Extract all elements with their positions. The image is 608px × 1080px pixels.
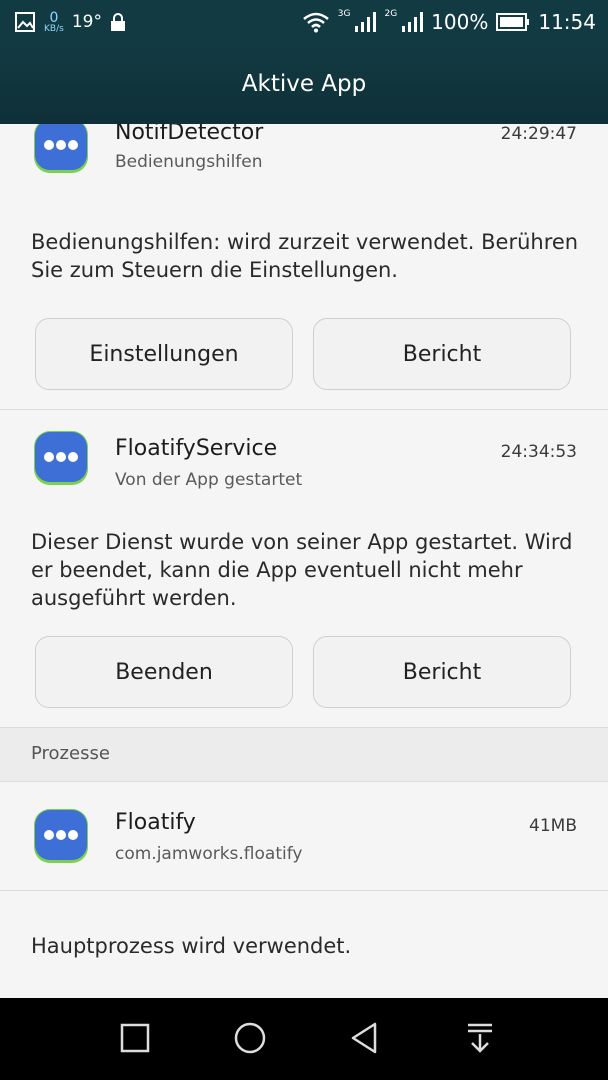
service-subtitle: Von der App gestartet (115, 470, 303, 490)
active-app-content[interactable]: NotifDetector Bedienungshilfen 24:29:47 … (0, 124, 608, 998)
battery-percent: 100% (431, 10, 489, 34)
network-speed-value: 0 (49, 9, 59, 26)
clock: 11:54 (538, 10, 596, 34)
process-detail: Hauptprozess wird verwendet. (0, 891, 608, 998)
recent-apps-icon[interactable] (115, 1018, 155, 1058)
service-description: Bedienungshilfen: wird zurzeit verwendet… (31, 230, 579, 282)
processes-header-label: Prozesse (31, 743, 110, 764)
process-name: Floatify (115, 810, 196, 835)
wifi-icon (302, 12, 329, 33)
app-icon (34, 431, 88, 485)
service-name: FloatifyService (115, 436, 278, 461)
service-subtitle: Bedienungshilfen (115, 152, 263, 172)
process-memory: 41MB (529, 816, 577, 836)
service-name: NotifDetector (115, 124, 264, 145)
network-speed-unit: KB/s (44, 23, 64, 34)
page-title: Aktive App (241, 71, 367, 97)
service-description: Dieser Dienst wurde von seiner App gesta… (31, 530, 573, 610)
process-package: com.jamworks.floatify (115, 844, 303, 864)
process-description: Hauptprozess wird verwendet. (31, 934, 352, 958)
network-2g-label: 2G (384, 9, 398, 19)
service-time: 24:34:53 (500, 442, 577, 462)
navigation-bar (0, 998, 608, 1080)
battery-icon (496, 13, 530, 31)
processes-header: Prozesse (0, 728, 608, 782)
back-icon[interactable] (345, 1018, 385, 1058)
title-bar: Aktive App (0, 44, 608, 124)
app-icon (34, 809, 88, 863)
home-icon[interactable] (230, 1018, 270, 1058)
process-item[interactable]: Floatify com.jamworks.floatify 41MB (0, 782, 608, 890)
stop-button[interactable]: Beenden (35, 636, 293, 708)
signal-icon (355, 12, 377, 32)
signal-icon (402, 12, 424, 32)
settings-button[interactable]: Einstellungen (35, 318, 293, 390)
network-speed: 0 KB/s (44, 11, 64, 34)
report-button[interactable]: Bericht (313, 636, 571, 708)
service-card: FloatifyService Von der App gestartet 24… (0, 410, 608, 727)
image-icon (15, 12, 35, 32)
lock-icon (110, 13, 125, 31)
network-3g-label: 3G (337, 9, 351, 19)
service-card: NotifDetector Bedienungshilfen 24:29:47 … (0, 124, 608, 409)
report-button[interactable]: Bericht (313, 318, 571, 390)
status-bar: 0 KB/s 19° 3G 2G 100% 11:54 (0, 0, 608, 44)
notification-pulldown-icon[interactable] (460, 1018, 500, 1058)
app-icon (34, 124, 88, 173)
service-time: 24:29:47 (500, 124, 577, 144)
temperature: 19° (71, 12, 102, 32)
